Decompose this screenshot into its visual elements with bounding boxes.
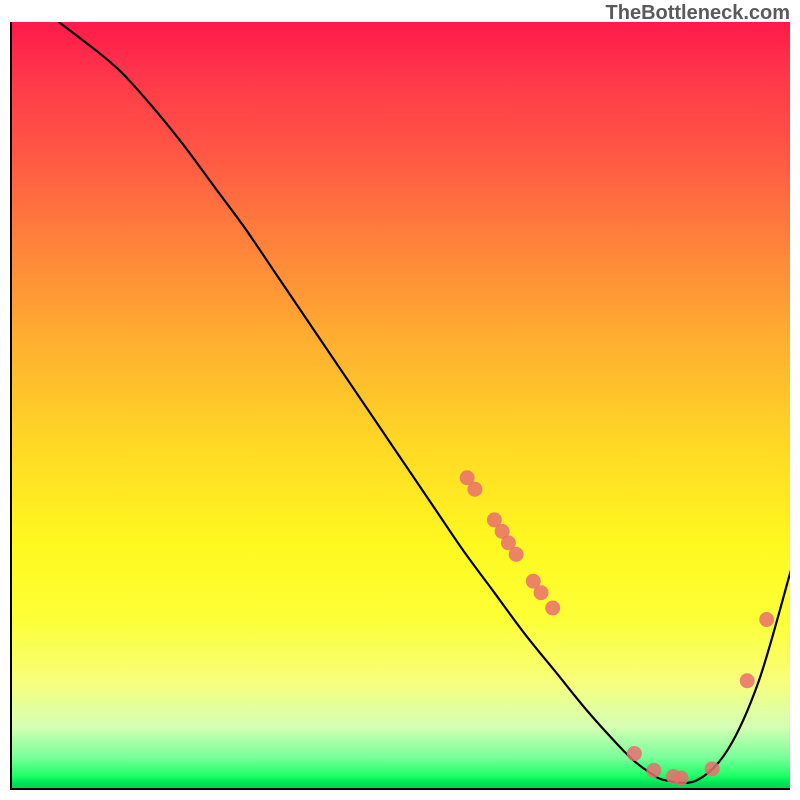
- data-marker: [705, 761, 720, 776]
- data-marker: [646, 763, 661, 778]
- watermark-text: TheBottleneck.com: [606, 2, 790, 25]
- data-marker: [759, 612, 774, 627]
- data-marker: [674, 771, 689, 786]
- data-marker: [467, 482, 482, 497]
- data-marker: [740, 673, 755, 688]
- data-marker: [627, 746, 642, 761]
- bottleneck-curve: [59, 22, 790, 783]
- data-marker: [545, 601, 560, 616]
- curve-svg: [12, 22, 790, 788]
- data-marker: [534, 585, 549, 600]
- data-markers: [460, 470, 774, 785]
- data-marker: [509, 547, 524, 562]
- chart-container: TheBottleneck.com: [0, 0, 800, 800]
- plot-area: [10, 22, 790, 790]
